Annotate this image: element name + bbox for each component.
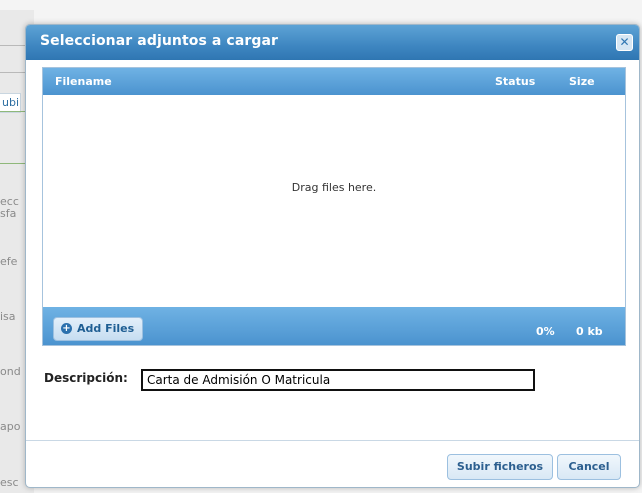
background-divider [0, 163, 26, 164]
upload-percent: 0% [536, 325, 555, 338]
column-filename: Filename [55, 75, 112, 88]
add-files-label: Add Files [77, 322, 135, 335]
drop-message: Drag files here. [291, 181, 377, 194]
background-divider [0, 45, 26, 46]
dialog-divider [26, 440, 639, 441]
plus-circle-icon: + [61, 323, 72, 334]
description-label: Descripción: [44, 371, 128, 385]
background-text: esc [0, 476, 19, 489]
upload-dialog: Seleccionar adjuntos a cargar ✕ Filename… [25, 24, 640, 488]
dialog-titlebar[interactable]: Seleccionar adjuntos a cargar ✕ [26, 25, 639, 60]
drop-zone[interactable]: Drag files here. [43, 95, 625, 307]
upload-total-size: 0 kb [576, 325, 603, 338]
file-list-footer: + Add Files 0% 0 kb [43, 307, 625, 345]
add-files-button[interactable]: + Add Files [53, 317, 143, 341]
background-text: efe [0, 255, 18, 268]
background-text: sfa [0, 207, 17, 220]
cancel-button[interactable]: Cancel [557, 454, 621, 480]
column-status: Status [495, 75, 536, 88]
close-icon[interactable]: ✕ [616, 34, 633, 51]
background-text: isa [0, 310, 16, 323]
submit-files-button[interactable]: Subir ficheros [447, 454, 553, 480]
column-size: Size [569, 75, 595, 88]
dialog-title: Seleccionar adjuntos a cargar [40, 33, 279, 49]
background-divider [0, 72, 26, 73]
background-text: ond [0, 365, 21, 378]
file-list-header: Filename Status Size [43, 68, 625, 95]
background-divider [0, 111, 26, 112]
background-text: apo [0, 420, 21, 433]
background-tab: ubi [0, 93, 21, 113]
description-input[interactable]: Carta de Admisión O Matricula [141, 369, 535, 391]
file-uploader: Filename Status Size Drag files here. + … [42, 67, 626, 346]
